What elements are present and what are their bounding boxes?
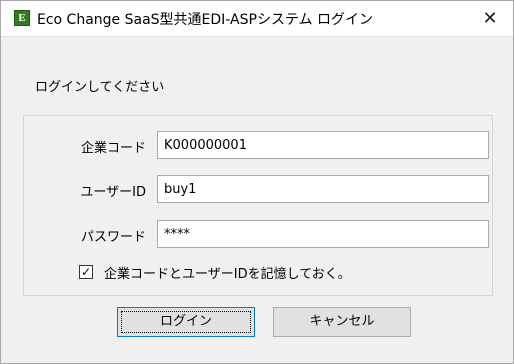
login-prompt: ログインしてください [35,80,165,95]
cancel-button-label: キャンセル [309,314,375,329]
focus-rectangle [121,311,251,333]
app-icon: E [14,10,30,26]
company-code-label: 企業コード [80,141,146,156]
remember-checkbox[interactable]: ✓ [79,265,93,279]
password-field[interactable] [157,220,489,248]
user-id-field[interactable] [157,175,489,203]
user-id-label: ユーザーID [80,185,146,200]
cancel-button[interactable]: キャンセル [273,307,411,337]
login-dialog: E Eco Change SaaS型共通EDI-ASPシステム ログイン ✕ ロ… [0,0,514,364]
password-label: パスワード [80,230,146,245]
remember-label[interactable]: 企業コードとユーザーIDを記憶しておく。 [104,263,351,282]
company-code-field[interactable] [157,131,489,159]
close-button[interactable]: ✕ [467,1,513,36]
window-title: Eco Change SaaS型共通EDI-ASPシステム ログイン [37,12,373,28]
login-button[interactable]: ログイン [117,307,255,337]
title-bar[interactable]: E Eco Change SaaS型共通EDI-ASPシステム ログイン ✕ [1,1,513,37]
